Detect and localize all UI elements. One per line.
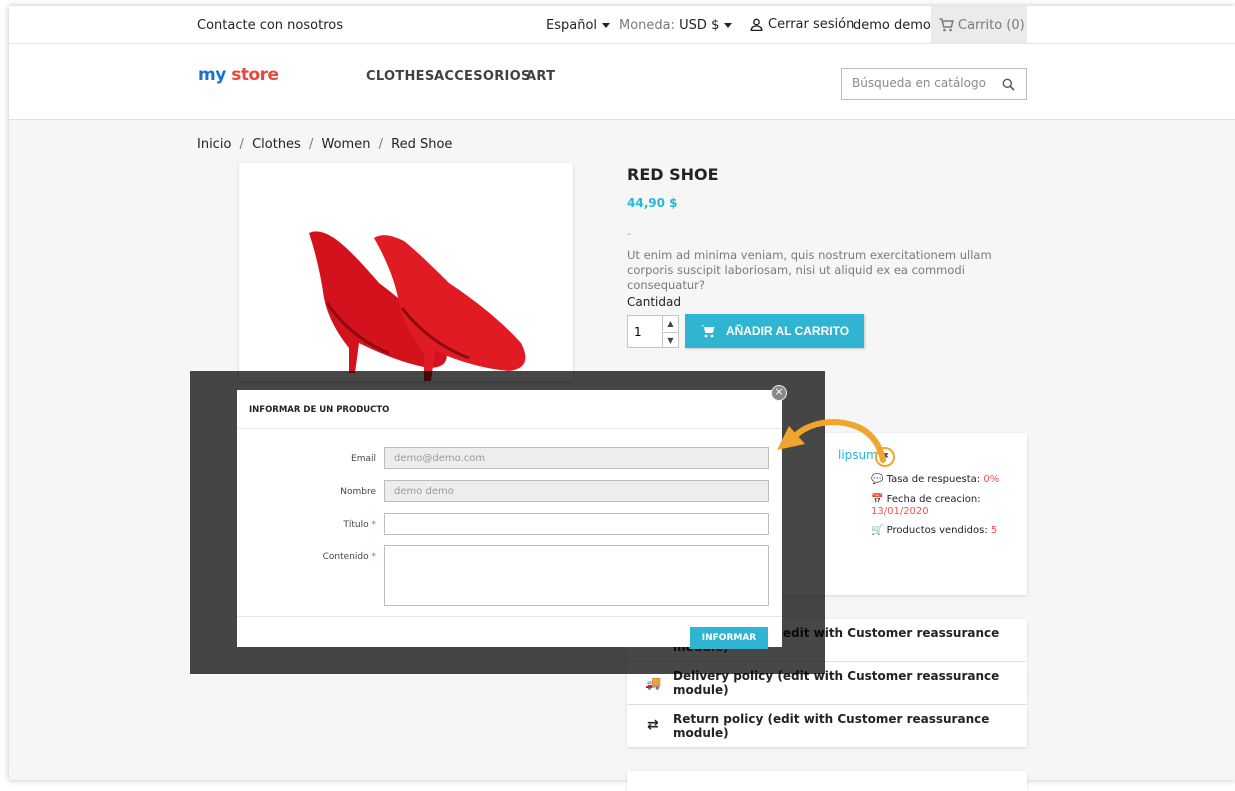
chevron-up-icon[interactable]: ▲: [662, 316, 678, 331]
close-icon[interactable]: ×: [771, 385, 787, 401]
nav-item-art[interactable]: ART: [526, 69, 555, 84]
modal-footer-divider: [237, 616, 782, 617]
breadcrumb-women[interactable]: Women: [322, 137, 371, 152]
content-label: Contenido *: [323, 552, 376, 562]
products-sold-label: Productos vendidos:: [886, 525, 988, 536]
title-label: Título *: [343, 520, 376, 530]
content-textarea[interactable]: [384, 545, 769, 606]
logout-link[interactable]: Cerrar sesión: [750, 17, 854, 32]
created-date-value: 13/01/2020: [871, 506, 929, 517]
required-mark: *: [371, 552, 377, 562]
response-rate-value: 0%: [983, 474, 1000, 485]
cart-label: Carrito (0): [958, 17, 1025, 33]
swap-arrows-icon: ⇄: [647, 717, 659, 733]
created-date-label: Fecha de creacion:: [886, 494, 981, 505]
search-placeholder: Búsqueda en catálogo: [852, 76, 986, 90]
calendar-icon: 📅: [871, 494, 884, 505]
red-shoe-image: [309, 231, 526, 381]
user-icon: [750, 18, 763, 31]
response-rate: 💬 Tasa de respuesta: 0%: [871, 474, 999, 485]
logo-store-text: store: [231, 65, 279, 85]
report-product-modal: INFORMAR DE UN PRODUCTO Email Nombre Tít…: [237, 390, 782, 649]
breadcrumb-clothes[interactable]: Clothes: [252, 137, 301, 152]
logo-my-text: my: [198, 65, 226, 85]
name-field[interactable]: [384, 480, 769, 502]
products-sold-value: 5: [990, 525, 998, 536]
chevron-down-icon: [602, 23, 611, 28]
modal-title: INFORMAR DE UN PRODUCTO: [249, 405, 390, 415]
product-image[interactable]: [239, 163, 573, 381]
top-bar: Contacte con nosotros Español Moneda: US…: [9, 6, 1235, 44]
submit-report-button[interactable]: INFORMAR: [690, 627, 768, 649]
title-field[interactable]: [384, 513, 769, 535]
product-description: Ut enim ad minima veniam, quis nostrum e…: [627, 248, 992, 292]
currency-label: Moneda:: [619, 18, 676, 33]
created-date: 📅 Fecha de creacion:: [871, 494, 981, 505]
product-price: 44,90 $: [627, 196, 678, 210]
required-mark: *: [371, 520, 377, 530]
truck-icon: 🚚: [645, 676, 662, 691]
language-label: Español: [546, 18, 598, 33]
shopping-cart-icon: [939, 18, 954, 32]
chevron-down-icon[interactable]: ▼: [662, 332, 678, 347]
breadcrumb: Inicio / Clothes / Women / Red Shoe: [197, 137, 453, 152]
product-title: RED SHOE: [627, 165, 719, 184]
account-name-link[interactable]: demo demo: [853, 18, 931, 33]
modal-header-divider: [237, 428, 782, 429]
shopping-cart-icon: [700, 325, 715, 338]
nav-item-accesorios[interactable]: ACCESORIOS: [434, 69, 531, 84]
quantity-label: Cantidad: [627, 295, 681, 309]
chat-icon: 💬: [871, 474, 884, 485]
contact-link[interactable]: Contacte con nosotros: [197, 18, 343, 33]
reassurance-return: ⇄ Return policy (edit with Customer reas…: [627, 705, 1027, 747]
search-icon[interactable]: [1002, 78, 1015, 91]
name-label: Nombre: [340, 487, 376, 497]
extra-panel: [627, 771, 1027, 791]
cart-button[interactable]: Carrito (0): [931, 6, 1027, 44]
add-to-cart-button[interactable]: AÑADIR AL CARRITO: [685, 314, 864, 348]
annotation-arrow-icon: [777, 418, 886, 463]
add-to-cart-label: AÑADIR AL CARRITO: [725, 324, 850, 338]
email-label: Email: [351, 454, 376, 464]
language-selector[interactable]: Español: [546, 18, 611, 33]
shopping-cart-icon: 🛒: [871, 525, 884, 536]
logout-label: Cerrar sesión: [768, 17, 855, 32]
currency-value: USD $: [679, 18, 720, 33]
quantity-input[interactable]: [628, 316, 662, 347]
email-field[interactable]: [384, 447, 769, 469]
products-sold: 🛒 Productos vendidos: 5: [871, 525, 997, 536]
nav-item-clothes[interactable]: CLOTHES: [366, 69, 435, 84]
quantity-stepper[interactable]: ▲ ▼: [627, 315, 679, 348]
breadcrumb-home[interactable]: Inicio: [197, 137, 231, 152]
breadcrumb-current: Red Shoe: [391, 137, 453, 152]
store-logo[interactable]: my store: [198, 65, 279, 85]
chevron-down-icon: [724, 23, 733, 28]
response-rate-label: Tasa de respuesta:: [886, 474, 981, 485]
product-short-dash: -: [627, 227, 631, 240]
main-header: my store CLOTHES ACCESORIOS ART: [9, 44, 1235, 120]
title-label-text: Título: [343, 520, 369, 530]
content-label-text: Contenido: [322, 552, 369, 562]
currency-selector[interactable]: Moneda: USD $: [619, 18, 733, 33]
return-policy-text: Return policy (edit with Customer reassu…: [673, 712, 990, 740]
search-input[interactable]: Búsqueda en catálogo: [841, 68, 1027, 100]
